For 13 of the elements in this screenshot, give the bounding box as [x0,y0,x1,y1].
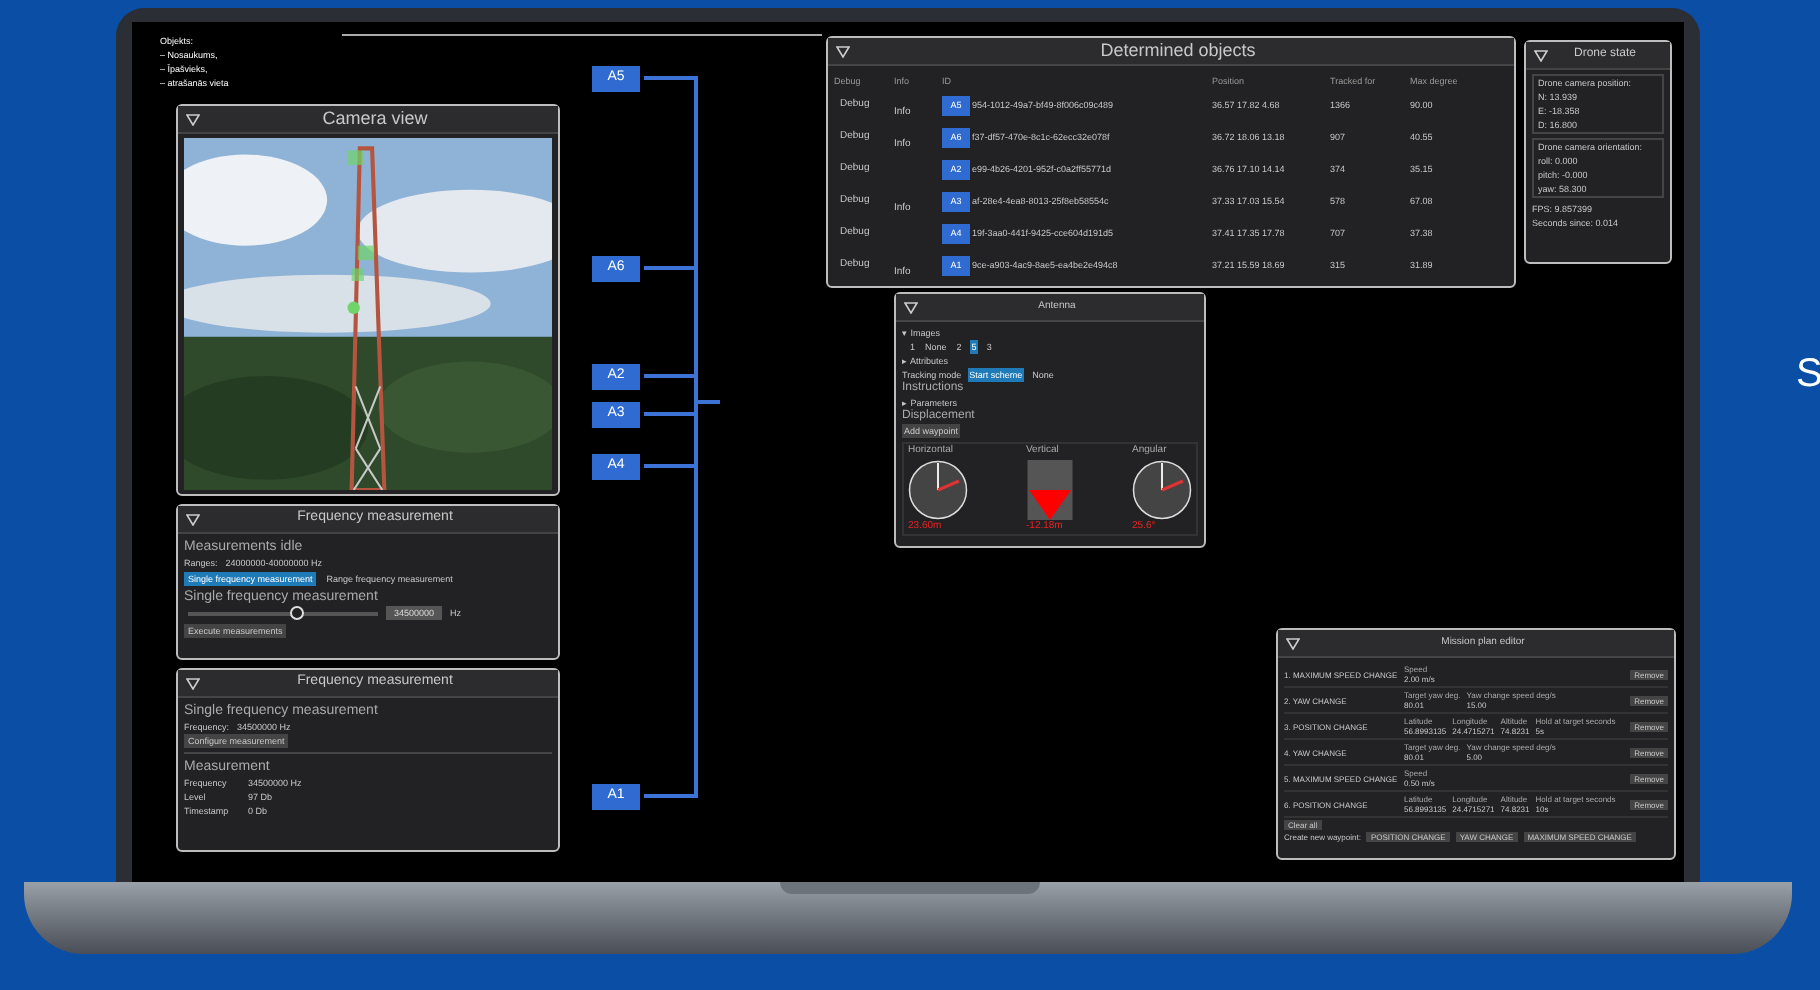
collapse-icon[interactable] [186,677,200,689]
collapse-icon[interactable] [1534,49,1548,61]
slider-thumb[interactable] [290,605,305,619]
dial-gauge [1132,459,1192,519]
collapse-icon[interactable] [186,113,200,125]
vertical-gauge [1026,459,1074,519]
collapse-icon[interactable] [186,513,200,525]
collapse-icon[interactable] [836,45,850,57]
collapse-icon[interactable] [1286,637,1300,649]
dial-gauge [908,459,968,519]
panel-title: Determined objects [1098,37,1258,64]
panel-title: Camera view [320,105,430,132]
collapse-icon[interactable] [904,301,918,313]
